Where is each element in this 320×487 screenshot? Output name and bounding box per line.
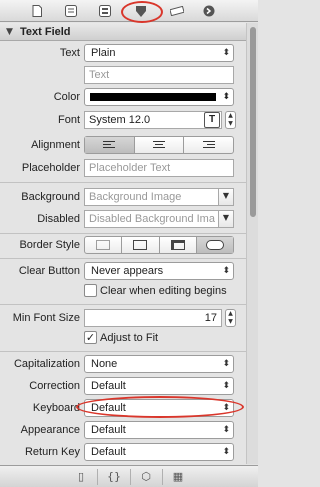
keyboard-label: Keyboard [32,402,80,414]
alignment-label: Alignment [31,139,80,151]
popup-arrows-icon: ⬍ [222,48,230,58]
return-key-value: Default [91,446,126,458]
border-bezel-segment[interactable] [160,237,197,253]
appearance-popup[interactable]: Default ⬍ [84,421,234,439]
correction-value: Default [91,380,126,392]
divider [0,233,246,234]
popup-arrows-icon: ⬍ [222,266,230,276]
text-type-value: Plain [91,47,116,59]
media-library-icon[interactable]: ▦ [171,470,185,484]
clear-button-label: Clear Button [18,265,80,277]
divider [0,351,246,352]
text-field[interactable]: Text [84,66,234,84]
min-font-size-value: 17 [204,312,217,324]
file-template-icon[interactable]: ▯ [74,470,88,484]
scrollbar[interactable] [246,23,258,464]
adjust-to-fit-label: Adjust to Fit [100,332,159,344]
disclosure-triangle-icon[interactable]: ▼ [6,23,13,41]
divider [0,304,246,305]
text-field-placeholder: Text [89,69,110,81]
align-center-icon [153,141,165,150]
correction-label: Correction [29,380,80,392]
clear-when-editing-label: Clear when editing begins [100,285,227,297]
align-center-segment[interactable] [135,137,185,153]
background-label: Background [21,191,80,203]
font-picker-button[interactable]: T [204,112,220,128]
border-rounded-segment[interactable] [196,237,233,253]
min-font-size-label: Min Font Size [12,312,80,324]
appearance-value: Default [91,424,126,436]
appearance-label: Appearance [20,424,80,436]
text-type-popup[interactable]: Plain ⬍ [84,44,234,62]
placeholder-label: Placeholder [21,162,80,174]
separator [162,469,163,485]
section-header[interactable]: ▼ Text Field [0,23,246,41]
font-field[interactable]: System 12.0 [84,111,222,129]
border-none-icon [96,240,110,250]
separator [130,469,131,485]
border-bezel-icon [170,240,185,250]
border-style-label: Border Style [19,239,80,251]
code-snippet-icon[interactable]: {} [107,470,121,484]
align-left-segment[interactable] [85,137,135,153]
font-value: System 12.0 [89,114,151,126]
placeholder-value: Placeholder Text [89,162,171,174]
section-title: Text Field [20,26,71,38]
border-rounded-icon [205,240,224,250]
border-style-segmented-control[interactable] [84,236,234,254]
font-label: Font [57,114,80,126]
min-font-size-field[interactable]: 17 [84,309,222,327]
separator [97,469,98,485]
border-line-icon [133,240,148,250]
highlight-ring-keyboard [76,396,244,418]
quick-help-icon[interactable] [64,4,78,18]
identity-inspector-icon[interactable] [98,4,112,18]
adjust-to-fit-checkbox[interactable]: ✓ [84,331,97,344]
return-key-label: Return Key [24,446,80,458]
color-label: Color [53,91,80,103]
popup-arrows-icon: ⬍ [222,425,230,435]
capitalization-label: Capitalization [13,358,80,370]
disabled-combo[interactable]: Disabled Background Ima ▼ [84,210,234,228]
library-bar: ▯ {} ⬡ ▦ [0,465,258,487]
alignment-segmented-control[interactable] [84,136,234,154]
color-swatch [90,93,216,101]
popup-arrows-icon: ⬍ [222,359,230,369]
connections-inspector-icon[interactable] [202,4,216,18]
clear-when-editing-checkbox[interactable] [84,284,97,297]
return-key-popup[interactable]: Default ⬍ [84,443,234,461]
background-value: Background Image [89,191,182,203]
popup-arrows-icon: ⬍ [222,92,230,102]
popup-arrows-icon: ⬍ [222,381,230,391]
size-inspector-icon[interactable] [170,4,184,18]
color-popup[interactable]: ⬍ [84,88,234,106]
align-right-segment[interactable] [184,137,233,153]
border-line-segment[interactable] [122,237,160,253]
highlight-ring-toolbar [121,1,163,23]
placeholder-field[interactable]: Placeholder Text [84,159,234,177]
text-label: Text [59,47,80,59]
scroll-thumb[interactable] [250,27,256,217]
clear-button-popup[interactable]: Never appears ⬍ [84,262,234,280]
align-left-icon [103,141,116,150]
border-none-segment[interactable] [85,237,123,253]
chevron-down-icon[interactable]: ▼ [218,211,233,227]
popup-arrows-icon: ⬍ [222,447,230,457]
correction-popup[interactable]: Default ⬍ [84,377,234,395]
min-font-size-stepper[interactable]: ▲ ▼ [225,309,236,327]
clear-button-value: Never appears [91,265,164,277]
align-right-icon [202,141,215,150]
capitalization-value: None [91,358,118,370]
disabled-value: Disabled Background Ima [89,213,215,225]
disabled-label: Disabled [37,213,80,225]
divider [0,258,246,259]
divider [0,182,246,183]
background-combo[interactable]: Background Image ▼ [84,188,234,206]
chevron-down-icon[interactable]: ▼ [218,189,233,205]
font-size-stepper[interactable]: ▲ ▼ [225,111,236,129]
object-library-icon[interactable]: ⬡ [139,470,153,484]
file-inspector-icon[interactable] [30,4,44,18]
capitalization-popup[interactable]: None ⬍ [84,355,234,373]
